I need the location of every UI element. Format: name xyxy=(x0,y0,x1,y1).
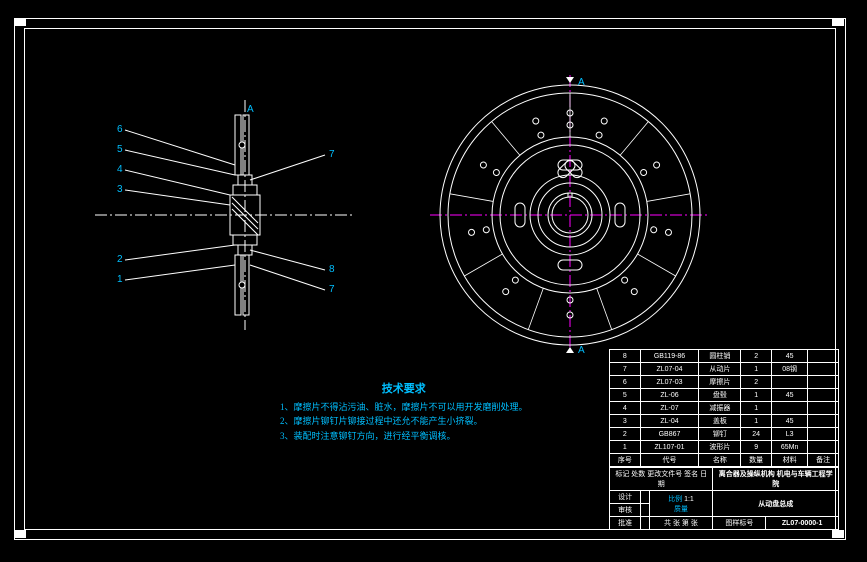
parts-cell-code: ZL107-01 xyxy=(640,441,699,454)
parts-row: 7ZL07-04从动片108钢 xyxy=(610,363,839,376)
parts-row: 1ZL107-01波形片965Mn xyxy=(610,441,839,454)
parts-cell-num: 8 xyxy=(610,350,641,363)
change-record: 标记 处数 更改文件号 签名 日期 xyxy=(610,468,713,491)
parts-cell-mat: L3 xyxy=(771,428,807,441)
check-label: 审核 xyxy=(610,504,641,517)
parts-cell-mat: 08钢 xyxy=(771,363,807,376)
parts-cell-qty: 1 xyxy=(741,402,772,415)
drawing-no-label: 图样标号 xyxy=(713,517,766,530)
parts-cell-code: ZL07-03 xyxy=(640,376,699,389)
title-block: 标记 处数 更改文件号 签名 日期 离合器及操纵机构 机电与车辆工程学院 设计 … xyxy=(609,467,839,530)
parts-cell-mat: 65Mn xyxy=(771,441,807,454)
tech-req-title: 技术要求 xyxy=(280,380,528,396)
parts-row: 2GB867铆钉24L3 xyxy=(610,428,839,441)
parts-cell-note xyxy=(808,415,839,428)
front-view-clutch-disc: A A xyxy=(430,75,710,355)
parts-row: 3ZL-04盖板145 xyxy=(610,415,839,428)
parts-cell-name: 盘毂 xyxy=(699,389,741,402)
section-mark: A xyxy=(247,104,254,115)
mass-label: 质量 xyxy=(674,506,688,513)
parts-cell-name: 波形片 xyxy=(699,441,741,454)
parts-cell-qty: 1 xyxy=(741,415,772,428)
scale-label: 比例 xyxy=(668,496,682,503)
parts-cell-name: 盖板 xyxy=(699,415,741,428)
parts-row: 8GB119-86圆柱销245 xyxy=(610,350,839,363)
callout: 4 xyxy=(117,164,123,175)
parts-cell-mat xyxy=(771,376,807,389)
tech-req-line: 3、装配时注意铆钉方向，进行经平衡调核。 xyxy=(280,429,528,443)
parts-cell-code: ZL07-04 xyxy=(640,363,699,376)
callout: 3 xyxy=(117,184,123,195)
parts-cell-qty: 1 xyxy=(741,389,772,402)
callout: 7 xyxy=(329,149,335,160)
parts-cell-name: 从动片 xyxy=(699,363,741,376)
cad-drawing-frame: 6 5 4 3 2 1 7 8 7 A xyxy=(0,0,867,562)
parts-cell-code: GB119-86 xyxy=(640,350,699,363)
parts-cell-note xyxy=(808,428,839,441)
col-qty: 数量 xyxy=(741,454,772,467)
approve-label: 批准 xyxy=(610,517,641,530)
section-arrow-label: A xyxy=(578,77,585,88)
col-code: 代号 xyxy=(640,454,699,467)
parts-cell-name: 减振器 xyxy=(699,402,741,415)
parts-cell-name: 铆钉 xyxy=(699,428,741,441)
parts-cell-num: 7 xyxy=(610,363,641,376)
drawn-label: 设计 xyxy=(610,491,641,504)
drawn-date xyxy=(641,491,649,504)
drawing-title: 从动盘总成 xyxy=(713,491,839,517)
parts-cell-code: ZL-07 xyxy=(640,402,699,415)
parts-cell-qty: 2 xyxy=(741,376,772,389)
parts-cell-mat: 45 xyxy=(771,415,807,428)
project-name: 离合器及操纵机构 机电与车辆工程学院 xyxy=(713,468,839,491)
parts-cell-note xyxy=(808,441,839,454)
drawing-no: ZL07-0000-1 xyxy=(766,517,839,530)
parts-cell-code: GB867 xyxy=(640,428,699,441)
parts-cell-note xyxy=(808,363,839,376)
parts-cell-num: 1 xyxy=(610,441,641,454)
tech-req-line: 2、摩擦片铆钉片铆接过程中还允不能产生小挤裂。 xyxy=(280,414,528,428)
parts-cell-num: 5 xyxy=(610,389,641,402)
callout: 2 xyxy=(117,254,123,265)
parts-and-title-block: 8GB119-86圆柱销2457ZL07-04从动片108钢6ZL07-03摩擦… xyxy=(609,349,839,530)
sheet-label: 共 张 第 张 xyxy=(649,517,713,530)
callout: 7 xyxy=(329,284,335,295)
technical-requirements: 技术要求 1、摩擦片不得沾污油、脏水，摩擦片不可以用开发磨削处理。 2、摩擦片铆… xyxy=(280,380,528,443)
parts-row: 5ZL-06盘毂145 xyxy=(610,389,839,402)
parts-cell-note xyxy=(808,350,839,363)
parts-cell-mat: 45 xyxy=(771,350,807,363)
col-mat: 材料 xyxy=(771,454,807,467)
parts-row: 6ZL07-03摩擦片2 xyxy=(610,376,839,389)
parts-header-row: 序号 代号 名称 数量 材料 备注 xyxy=(610,454,839,467)
parts-cell-name: 圆柱销 xyxy=(699,350,741,363)
parts-cell-mat: 45 xyxy=(771,389,807,402)
parts-cell-qty: 2 xyxy=(741,350,772,363)
parts-cell-num: 2 xyxy=(610,428,641,441)
side-section-view: 6 5 4 3 2 1 7 8 7 A xyxy=(95,100,355,330)
parts-cell-mat xyxy=(771,402,807,415)
callout: 5 xyxy=(117,144,123,155)
callout: 6 xyxy=(117,124,123,135)
parts-cell-name: 摩擦片 xyxy=(699,376,741,389)
parts-cell-qty: 1 xyxy=(741,363,772,376)
scale-value: 1:1 xyxy=(684,496,694,503)
parts-cell-note xyxy=(808,376,839,389)
callout: 8 xyxy=(329,264,335,275)
parts-cell-note xyxy=(808,389,839,402)
col-num: 序号 xyxy=(610,454,641,467)
parts-cell-num: 6 xyxy=(610,376,641,389)
col-note: 备注 xyxy=(808,454,839,467)
parts-cell-num: 3 xyxy=(610,415,641,428)
parts-cell-num: 4 xyxy=(610,402,641,415)
parts-cell-code: ZL-06 xyxy=(640,389,699,402)
tech-req-line: 1、摩擦片不得沾污油、脏水，摩擦片不可以用开发磨削处理。 xyxy=(280,400,528,414)
parts-list-table: 8GB119-86圆柱销2457ZL07-04从动片108钢6ZL07-03摩擦… xyxy=(609,349,839,467)
parts-cell-qty: 24 xyxy=(741,428,772,441)
section-arrow-label: A xyxy=(578,345,585,355)
callout: 1 xyxy=(117,274,123,285)
parts-row: 4ZL-07减振器1 xyxy=(610,402,839,415)
parts-cell-code: ZL-04 xyxy=(640,415,699,428)
col-name: 名称 xyxy=(699,454,741,467)
parts-cell-qty: 9 xyxy=(741,441,772,454)
parts-cell-note xyxy=(808,402,839,415)
